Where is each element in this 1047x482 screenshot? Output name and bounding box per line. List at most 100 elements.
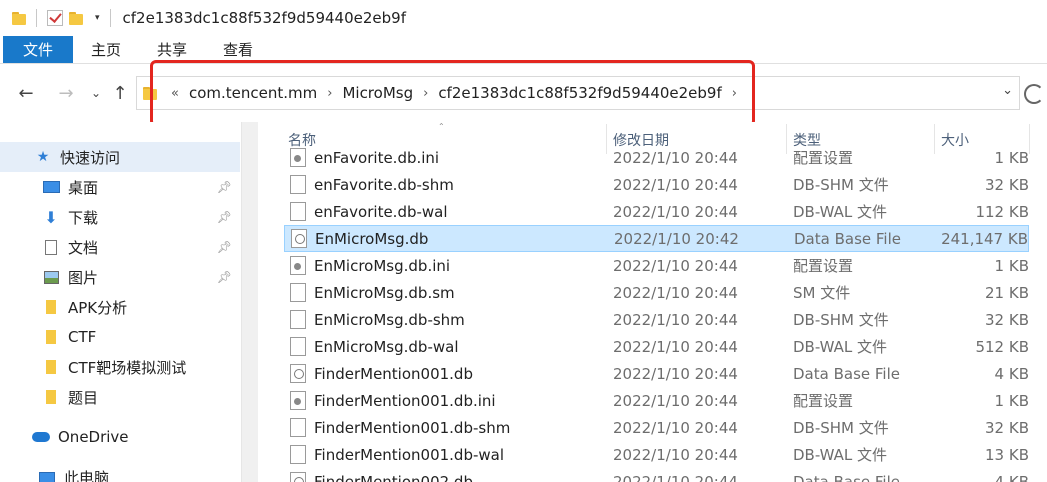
file-name: enFavorite.db.ini bbox=[314, 148, 440, 167]
breadcrumb-chevron-icon[interactable]: › bbox=[732, 86, 737, 101]
breadcrumb-item[interactable]: cf2e1383dc1c88f532f9d59440e2eb9f bbox=[438, 84, 721, 102]
settings-file-icon bbox=[290, 148, 306, 167]
address-history-chevron-icon[interactable]: ⌄ bbox=[1002, 83, 1013, 98]
database-file-icon bbox=[290, 364, 306, 383]
toolbar-divider bbox=[109, 9, 111, 27]
sidebar-item-this-pc[interactable]: 此电脑 bbox=[0, 462, 240, 482]
folder-icon bbox=[42, 389, 60, 405]
file-size: 32 KB bbox=[985, 310, 1029, 329]
customize-toolbar-chevron-icon[interactable]: ▾ bbox=[95, 13, 100, 23]
folder-icon bbox=[42, 329, 60, 345]
refresh-icon[interactable] bbox=[1024, 84, 1044, 104]
computer-icon bbox=[38, 469, 56, 482]
sidebar-item-ctf[interactable]: CTF bbox=[0, 322, 240, 352]
sidebar-item-pictures[interactable]: 图片 📌︎ bbox=[0, 262, 240, 292]
file-icon bbox=[290, 202, 306, 221]
folder-icon bbox=[12, 11, 26, 25]
tab-file[interactable]: 文件 bbox=[3, 36, 73, 63]
file-row[interactable]: FinderMention001.db 2022/1/10 20:44 Data B… bbox=[284, 360, 1029, 387]
file-modified-date: 2022/1/10 20:44 bbox=[613, 337, 738, 356]
column-divider[interactable] bbox=[1029, 124, 1030, 154]
tab-view[interactable]: 查看 bbox=[205, 36, 271, 63]
up-arrow-icon[interactable]: ↑ bbox=[108, 82, 132, 104]
file-modified-date: 2022/1/10 20:44 bbox=[613, 202, 738, 221]
sidebar-item-onedrive[interactable]: OneDrive bbox=[0, 422, 240, 452]
tab-home[interactable]: 主页 bbox=[73, 36, 139, 63]
file-size: 21 KB bbox=[985, 283, 1029, 302]
breadcrumb-item[interactable]: com.tencent.mm bbox=[189, 84, 317, 102]
breadcrumb-chevron-icon[interactable]: › bbox=[327, 86, 332, 101]
file-row[interactable]: FinderMention001.db.ini 2022/1/10 20:44 配置… bbox=[284, 387, 1029, 414]
quick-access-toolbar: ▾ bbox=[12, 9, 115, 27]
file-type: DB-SHM 文件 bbox=[793, 419, 889, 437]
file-name: FinderMention002.db bbox=[314, 472, 473, 482]
properties-icon[interactable] bbox=[47, 10, 63, 26]
file-size: 1 KB bbox=[994, 391, 1029, 410]
sidebar-item-label: 此电脑 bbox=[64, 468, 110, 482]
file-modified-date: 2022/1/10 20:44 bbox=[613, 364, 738, 383]
address-bar[interactable]: « com.tencent.mm › MicroMsg › cf2e1383dc… bbox=[136, 76, 1020, 110]
file-row[interactable]: FinderMention001.db-shm 2022/1/10 20:44 DB… bbox=[284, 414, 1029, 441]
file-size: 4 KB bbox=[994, 364, 1029, 383]
window-title: cf2e1383dc1c88f532f9d59440e2eb9f bbox=[122, 9, 406, 27]
file-row[interactable]: enFavorite.db-wal 2022/1/10 20:44 DB-WAL 文… bbox=[284, 198, 1029, 225]
back-arrow-icon[interactable]: ← bbox=[14, 82, 38, 104]
file-name: EnMicroMsg.db.ini bbox=[314, 256, 451, 275]
file-name: FinderMention001.db.ini bbox=[314, 391, 496, 410]
file-modified-date: 2022/1/10 20:44 bbox=[613, 472, 738, 482]
file-row[interactable]: FinderMention002.db 2022/1/10 20:44 Data B… bbox=[284, 468, 1029, 482]
file-modified-date: 2022/1/10 20:44 bbox=[613, 391, 738, 410]
forward-arrow-icon[interactable]: → bbox=[54, 82, 78, 104]
file-type: Data Base File bbox=[793, 472, 900, 482]
sidebar-item-ctf-range[interactable]: CTF靶场模拟测试 bbox=[0, 352, 240, 382]
file-row[interactable]: enFavorite.db.ini 2022/1/10 20:44 配置设置 1 KB bbox=[284, 144, 1029, 171]
sidebar-item-label: APK分析 bbox=[68, 298, 128, 317]
file-row[interactable]: EnMicroMsg.db.ini 2022/1/10 20:44 配置设置 1 KB bbox=[284, 252, 1029, 279]
document-icon bbox=[42, 239, 60, 255]
new-folder-icon[interactable] bbox=[69, 11, 83, 25]
folder-icon bbox=[42, 359, 60, 375]
file-row[interactable]: EnMicroMsg.db 2022/1/10 20:42 Data Base Fi… bbox=[284, 225, 1029, 252]
file-row[interactable]: FinderMention001.db-wal 2022/1/10 20:44 DB… bbox=[284, 441, 1029, 468]
file-icon bbox=[290, 310, 306, 329]
ribbon-tabs: 文件 主页 共享 查看 bbox=[0, 36, 1047, 64]
sidebar-item-label: 图片 bbox=[68, 268, 99, 287]
file-icon bbox=[290, 445, 306, 464]
file-icon bbox=[290, 418, 306, 437]
breadcrumb-overflow-icon[interactable]: « bbox=[171, 86, 179, 101]
file-row[interactable]: EnMicroMsg.db-shm 2022/1/10 20:44 DB-SHM 文… bbox=[284, 306, 1029, 333]
pin-icon[interactable]: 📌︎ bbox=[217, 180, 232, 194]
file-name: EnMicroMsg.db-shm bbox=[314, 310, 465, 329]
sidebar-item-label: OneDrive bbox=[58, 428, 129, 446]
file-row[interactable]: EnMicroMsg.db.sm 2022/1/10 20:44 SM 文件 21 K… bbox=[284, 279, 1029, 306]
sidebar-item-downloads[interactable]: ⬇ 下载 📌︎ bbox=[0, 202, 240, 232]
navigation-pane: ★ 快速访问 桌面 📌︎ ⬇ 下载 📌︎ 文档 📌︎ 图片 📌︎ APK分析 C… bbox=[0, 122, 243, 482]
recent-locations-chevron-icon[interactable]: ⌄ bbox=[84, 82, 108, 104]
tab-share[interactable]: 共享 bbox=[139, 36, 205, 63]
pin-icon[interactable]: 📌︎ bbox=[217, 240, 232, 254]
settings-file-icon bbox=[290, 256, 306, 275]
sidebar-item-apk[interactable]: APK分析 bbox=[0, 292, 240, 322]
pin-icon[interactable]: 📌︎ bbox=[217, 270, 232, 284]
file-size: 112 KB bbox=[975, 202, 1029, 221]
navigation-pane-scrollbar[interactable] bbox=[241, 122, 258, 482]
file-name: FinderMention001.db-wal bbox=[314, 445, 505, 464]
file-size: 241,147 KB bbox=[941, 229, 1028, 248]
breadcrumb-chevron-icon[interactable]: › bbox=[423, 86, 428, 101]
sidebar-item-problems[interactable]: 题目 bbox=[0, 382, 240, 412]
file-list: ⌃ 名称 修改日期 类型 大小 enFavorite.db.ini 2022/1/… bbox=[258, 122, 1047, 482]
file-size: 512 KB bbox=[975, 337, 1029, 356]
file-icon bbox=[290, 283, 306, 302]
file-row[interactable]: EnMicroMsg.db-wal 2022/1/10 20:44 DB-WAL 文… bbox=[284, 333, 1029, 360]
file-name: enFavorite.db-wal bbox=[314, 202, 448, 221]
breadcrumb-item[interactable]: MicroMsg bbox=[342, 84, 413, 102]
file-type: 配置设置 bbox=[793, 149, 854, 167]
sidebar-item-desktop[interactable]: 桌面 📌︎ bbox=[0, 172, 240, 202]
sidebar-item-quick-access[interactable]: ★ 快速访问 bbox=[0, 142, 240, 172]
pin-icon[interactable]: 📌︎ bbox=[217, 210, 232, 224]
navigation-bar: ← → ⌄ ↑ « com.tencent.mm › MicroMsg › cf… bbox=[0, 64, 1047, 122]
sidebar-item-documents[interactable]: 文档 📌︎ bbox=[0, 232, 240, 262]
file-row[interactable]: enFavorite.db-shm 2022/1/10 20:44 DB-SHM 文… bbox=[284, 171, 1029, 198]
file-type: DB-WAL 文件 bbox=[793, 446, 888, 464]
file-modified-date: 2022/1/10 20:44 bbox=[613, 148, 738, 167]
